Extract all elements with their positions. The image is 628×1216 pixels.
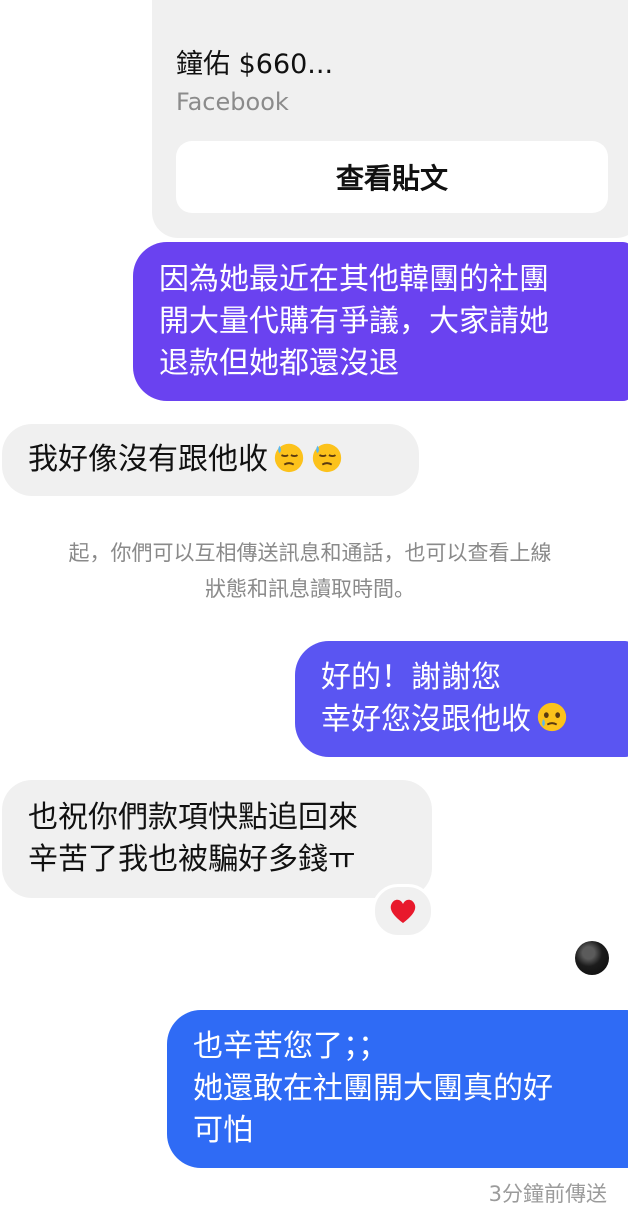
downcast-face-with-sweat-icon bbox=[274, 443, 304, 473]
message-bubble-outgoing[interactable]: 也辛苦您了；； 她還敢在社團開大團真的好 可怕 bbox=[167, 1010, 628, 1168]
message-line: 也辛苦您了；； bbox=[193, 1029, 388, 1064]
message-bubble-incoming[interactable]: 我好像沒有跟他收 bbox=[2, 424, 419, 496]
message-bubble-incoming[interactable]: 也祝你們款項快點追回來 辛苦了我也被騙好多錢ㅠ bbox=[2, 780, 432, 898]
card-cutoff-text: ▔▔ bbox=[176, 0, 213, 8]
sent-timestamp: 3分鐘前傳送 bbox=[488, 1182, 607, 1206]
message-line: 退款但她都還沒退 bbox=[159, 346, 399, 381]
message-line: 可怕 bbox=[193, 1113, 253, 1148]
reaction-badge[interactable] bbox=[372, 884, 434, 938]
message-line: 她還敢在社團開大團真的好 bbox=[193, 1071, 553, 1106]
downcast-face-with-sweat-icon bbox=[312, 443, 342, 473]
view-post-button[interactable]: 查看貼文 bbox=[176, 141, 608, 213]
system-notice-line: 起，你們可以互相傳送訊息和通話，也可以查看上線 bbox=[68, 541, 552, 565]
message-line: 開大量代購有爭議，大家請她 bbox=[159, 304, 549, 339]
system-notice-line: 狀態和訊息讀取時間。 bbox=[205, 577, 415, 601]
message-line: 因為她最近在其他韓團的社團 bbox=[159, 262, 549, 297]
face-holding-back-tears-icon bbox=[537, 702, 567, 732]
message-line: 好的！謝謝您 bbox=[321, 660, 501, 695]
link-preview-source: Facebook bbox=[176, 88, 289, 116]
message-bubble-outgoing[interactable]: 因為她最近在其他韓團的社團 開大量代購有爭議，大家請她 退款但她都還沒退 bbox=[133, 242, 628, 401]
message-bubble-outgoing[interactable]: 好的！謝謝您 幸好您沒跟他收 bbox=[295, 641, 628, 757]
message-line: 辛苦了我也被騙好多錢ㅠ bbox=[28, 842, 356, 877]
system-notice: 起，你們可以互相傳送訊息和通話，也可以查看上線 狀態和訊息讀取時間。 bbox=[0, 535, 628, 607]
message-line: 幸好您沒跟他收 bbox=[321, 702, 531, 737]
link-preview-title: 鐘佑 $660... bbox=[176, 49, 334, 80]
seen-avatar bbox=[575, 941, 609, 975]
message-line: 我好像沒有跟他收 bbox=[28, 442, 268, 477]
red-heart-icon bbox=[390, 899, 416, 923]
message-line: 也祝你們款項快點追回來 bbox=[28, 800, 358, 835]
